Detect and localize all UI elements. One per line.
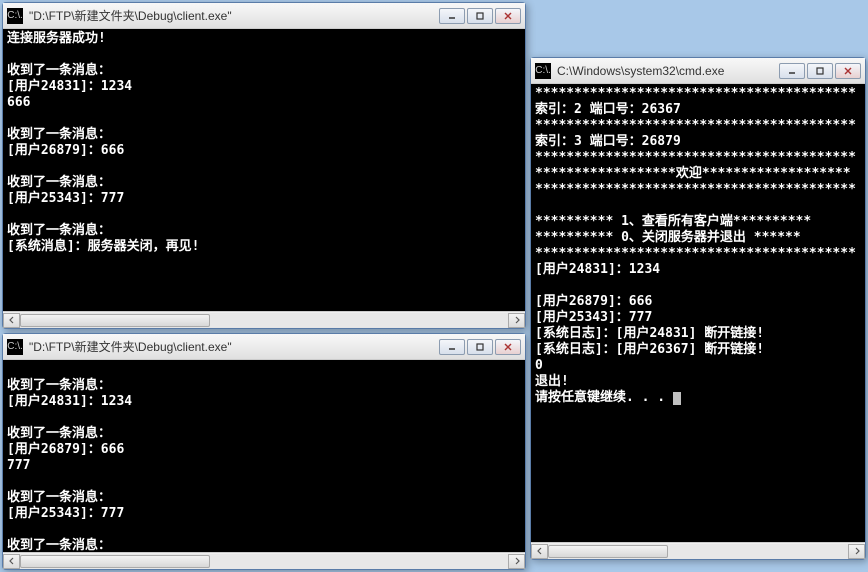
minimize-button[interactable] [439,339,465,355]
console-output: 连接服务器成功! 收到了一条消息： [用户24831]：1234 666 收到了… [3,29,525,311]
window-controls [439,8,521,24]
close-button[interactable] [495,339,521,355]
scrollbar-horizontal[interactable] [531,542,865,559]
titlebar[interactable]: C:\. "D:\FTP\新建文件夹\Debug\client.exe" [3,3,525,29]
scroll-left-button[interactable] [3,554,20,569]
cursor [673,392,681,405]
console-window-client-1: C:\. "D:\FTP\新建文件夹\Debug\client.exe" 连接服… [2,2,526,329]
scroll-track[interactable] [20,554,508,569]
minimize-button[interactable] [439,8,465,24]
console-output: ****************************************… [531,84,865,542]
window-controls [439,339,521,355]
console-window-client-2: C:\. "D:\FTP\新建文件夹\Debug\client.exe" 收到了… [2,333,526,570]
scroll-track[interactable] [20,313,508,328]
minimize-button[interactable] [779,63,805,79]
window-title: "D:\FTP\新建文件夹\Debug\client.exe" [29,7,439,24]
scroll-thumb[interactable] [548,545,668,558]
app-icon: C:\. [7,339,23,355]
scroll-right-button[interactable] [508,554,525,569]
maximize-button[interactable] [467,8,493,24]
scroll-right-button[interactable] [508,313,525,328]
scroll-left-button[interactable] [3,313,20,328]
window-controls [779,63,861,79]
scroll-left-button[interactable] [531,544,548,559]
window-title: "D:\FTP\新建文件夹\Debug\client.exe" [29,338,439,355]
maximize-button[interactable] [807,63,833,79]
scrollbar-horizontal[interactable] [3,552,525,569]
scroll-right-button[interactable] [848,544,865,559]
app-icon: C:\. [535,63,551,79]
scroll-thumb[interactable] [20,555,210,568]
app-icon: C:\. [7,8,23,24]
console-output: 收到了一条消息： [用户24831]：1234 收到了一条消息： [用户2687… [3,360,525,552]
window-title: C:\Windows\system32\cmd.exe [557,64,779,78]
close-button[interactable] [835,63,861,79]
titlebar[interactable]: C:\. C:\Windows\system32\cmd.exe [531,58,865,84]
scroll-thumb[interactable] [20,314,210,327]
console-window-cmd: C:\. C:\Windows\system32\cmd.exe *******… [530,57,866,560]
titlebar[interactable]: C:\. "D:\FTP\新建文件夹\Debug\client.exe" [3,334,525,360]
maximize-button[interactable] [467,339,493,355]
close-button[interactable] [495,8,521,24]
scroll-track[interactable] [548,544,848,559]
scrollbar-horizontal[interactable] [3,311,525,328]
